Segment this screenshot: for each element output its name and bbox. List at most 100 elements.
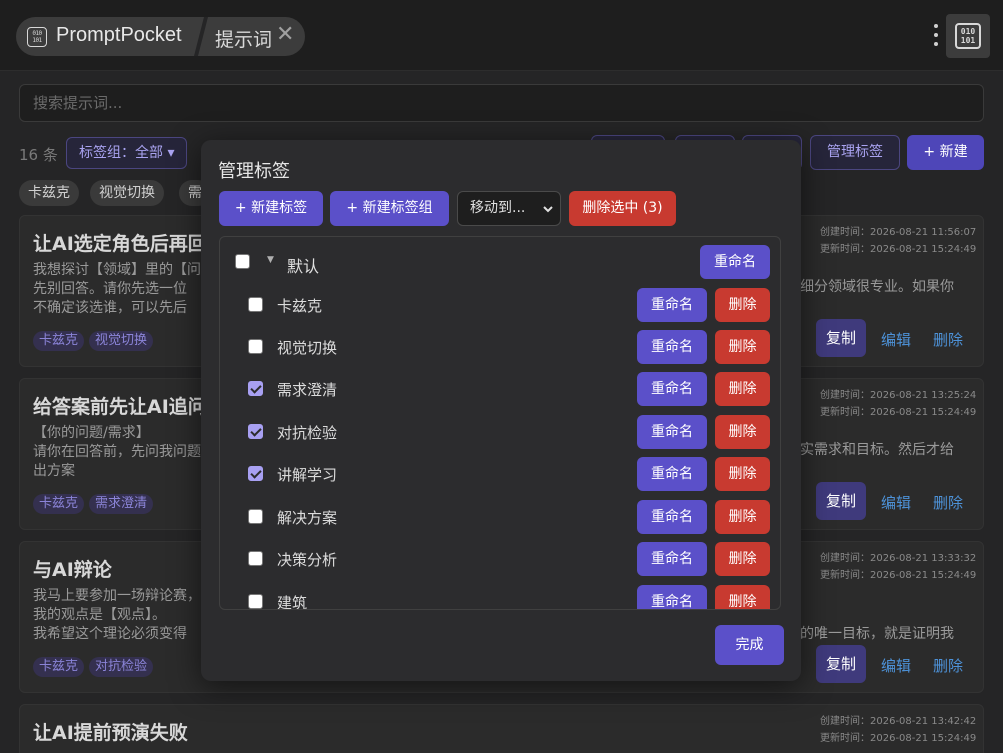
search-input[interactable]: [19, 84, 984, 122]
delete-button[interactable]: 删除: [715, 457, 770, 491]
tag-group-row: ▼ 默认 重命名: [220, 237, 780, 289]
rename-button[interactable]: 重命名: [637, 415, 707, 449]
card-preview-tail: 的唯一目标，就是证明我: [800, 626, 954, 642]
tag-row: 对抗检验 重命名 删除: [220, 411, 780, 453]
tag-name: 卡兹克: [277, 297, 323, 315]
delete-button[interactable]: 删除: [715, 372, 770, 406]
card-preview: 我想探讨【领域】里的【问 先别回答。请你先选一位 不确定该选谁，可以先后: [33, 262, 201, 316]
move-to-select[interactable]: 移动到...: [457, 191, 561, 226]
dialog-title: 管理标签: [218, 161, 290, 182]
binary-icon: 010 101: [955, 23, 981, 49]
tag-name: 解决方案: [277, 509, 338, 527]
rename-button[interactable]: 重命名: [637, 372, 707, 406]
title-bar: 010 101 PromptPocket 提示词 ✕ 010 101: [0, 0, 1003, 71]
tab-prompts[interactable]: 提示词: [215, 25, 272, 52]
card-preview: 我马上要参加一场辩论赛， 我的观点是【观点】。 我希望这个理论必须变得: [33, 588, 201, 642]
manage-tags-dialog: 管理标签 + 新建标签 + 新建标签组 移动到... 删除选中 (3) ▼ 默认…: [201, 140, 801, 681]
tag-row: 决策分析 重命名 删除: [220, 538, 780, 580]
tag-checkbox[interactable]: [248, 551, 263, 566]
card-timestamps: 创建时间：2026-08-21 13:33:32 更新时间：2026-08-21…: [820, 550, 976, 584]
tag-row: 视觉切换 重命名 删除: [220, 326, 780, 368]
delete-button[interactable]: 删除: [715, 500, 770, 534]
tag-name: 讲解学习: [277, 466, 338, 484]
tag-list[interactable]: ▼ 默认 重命名 卡兹克 重命名 删除 视觉切换 重命名 删除 需求澄清 重命名…: [219, 236, 781, 610]
updated-time: 更新时间：2026-08-21 15:24:49: [820, 733, 977, 744]
tag-row: 卡兹克 重命名 删除: [220, 284, 780, 326]
copy-button[interactable]: 复制: [816, 319, 866, 357]
card-title: 让AI提前预演失败: [33, 722, 188, 744]
updated-time: 更新时间：2026-08-21 15:24:49: [820, 244, 977, 255]
new-tag-button[interactable]: + 新建标签: [219, 191, 323, 226]
delete-button[interactable]: 删除: [715, 415, 770, 449]
tag-checkbox[interactable]: [248, 466, 263, 481]
delete-link[interactable]: 删除: [933, 492, 963, 513]
edit-link[interactable]: 编辑: [881, 329, 911, 350]
delete-button[interactable]: 删除: [715, 542, 770, 576]
card-tag[interactable]: 需求澄清: [89, 494, 154, 514]
tag-chip[interactable]: 视觉切换: [90, 180, 164, 206]
created-time: 创建时间：2026-08-21 13:25:24: [820, 390, 977, 401]
delete-button[interactable]: 删除: [715, 288, 770, 322]
card-tags: 卡兹克 需求澄清: [33, 492, 158, 514]
card-preview-tail: 实需求和目标。然后才给: [800, 442, 954, 458]
tag-chip[interactable]: 卡兹克: [19, 180, 79, 206]
rename-button[interactable]: 重命名: [637, 288, 707, 322]
delete-link[interactable]: 删除: [933, 655, 963, 676]
rename-button[interactable]: 重命名: [637, 500, 707, 534]
rename-group-button[interactable]: 重命名: [700, 245, 770, 279]
copy-button[interactable]: 复制: [816, 482, 866, 520]
card-tags: 卡兹克 视觉切换: [33, 329, 158, 351]
tag-name: 需求澄清: [277, 381, 338, 399]
tag-checkbox[interactable]: [248, 381, 263, 396]
chevron-down-icon: [543, 206, 553, 213]
delete-link[interactable]: 删除: [933, 329, 963, 350]
card-title: 给答案前先让AI追问: [33, 396, 207, 418]
created-time: 创建时间：2026-08-21 13:33:32: [820, 553, 977, 564]
rename-button[interactable]: 重命名: [637, 330, 707, 364]
prompt-count: 16 条: [19, 146, 58, 164]
tag-row: 建筑 重命名 删除: [220, 581, 780, 610]
tab-separator-icon: [194, 17, 208, 56]
manage-tags-button[interactable]: 管理标签: [810, 135, 900, 170]
delete-button[interactable]: 删除: [715, 330, 770, 364]
app-name: PromptPocket: [56, 24, 182, 46]
card-tag[interactable]: 卡兹克: [33, 494, 85, 514]
group-checkbox[interactable]: [235, 254, 250, 269]
tag-checkbox[interactable]: [248, 509, 263, 524]
card-preview-tail: 细分领域很专业。如果你: [800, 279, 954, 295]
card-tag[interactable]: 对抗检验: [89, 657, 154, 677]
tag-checkbox[interactable]: [248, 594, 263, 609]
card-tag[interactable]: 卡兹克: [33, 331, 85, 351]
close-tab-icon[interactable]: ✕: [276, 24, 294, 46]
updated-time: 更新时间：2026-08-21 15:24:49: [820, 570, 977, 581]
edit-link[interactable]: 编辑: [881, 492, 911, 513]
created-time: 创建时间：2026-08-21 13:42:42: [820, 716, 977, 727]
tag-name: 视觉切换: [277, 339, 338, 357]
card-timestamps: 创建时间：2026-08-21 13:42:42 更新时间：2026-08-21…: [820, 713, 976, 747]
delete-selected-button[interactable]: 删除选中 (3): [569, 191, 676, 226]
new-prompt-button[interactable]: + 新建: [907, 135, 984, 170]
rename-button[interactable]: 重命名: [637, 457, 707, 491]
card-timestamps: 创建时间：2026-08-21 13:25:24 更新时间：2026-08-21…: [820, 387, 976, 421]
card-tag[interactable]: 视觉切换: [89, 331, 154, 351]
tag-checkbox[interactable]: [248, 339, 263, 354]
delete-button[interactable]: 删除: [715, 585, 770, 609]
caret-down-icon[interactable]: ▼: [267, 255, 274, 265]
rename-button[interactable]: 重命名: [637, 542, 707, 576]
binary-view-button[interactable]: 010 101: [946, 14, 990, 58]
more-menu-icon[interactable]: [930, 21, 942, 51]
prompt-card[interactable]: 让AI提前预演失败 创建时间：2026-08-21 13:42:42 更新时间：…: [19, 704, 984, 753]
copy-button[interactable]: 复制: [816, 645, 866, 683]
tag-group-filter[interactable]: 标签组：全部 ▾: [66, 137, 188, 169]
edit-link[interactable]: 编辑: [881, 655, 911, 676]
tag-checkbox[interactable]: [248, 424, 263, 439]
tag-checkbox[interactable]: [248, 297, 263, 312]
card-tag[interactable]: 卡兹克: [33, 657, 85, 677]
tag-row: 需求澄清 重命名 删除: [220, 368, 780, 410]
rename-button[interactable]: 重命名: [637, 585, 707, 609]
tag-name: 建筑: [277, 594, 308, 610]
new-tag-group-button[interactable]: + 新建标签组: [330, 191, 449, 226]
created-time: 创建时间：2026-08-21 11:56:07: [820, 227, 977, 238]
card-preview: 【你的问题/需求】 请你在回答前，先问我问题 出方案: [33, 425, 201, 479]
done-button[interactable]: 完成: [715, 625, 784, 665]
